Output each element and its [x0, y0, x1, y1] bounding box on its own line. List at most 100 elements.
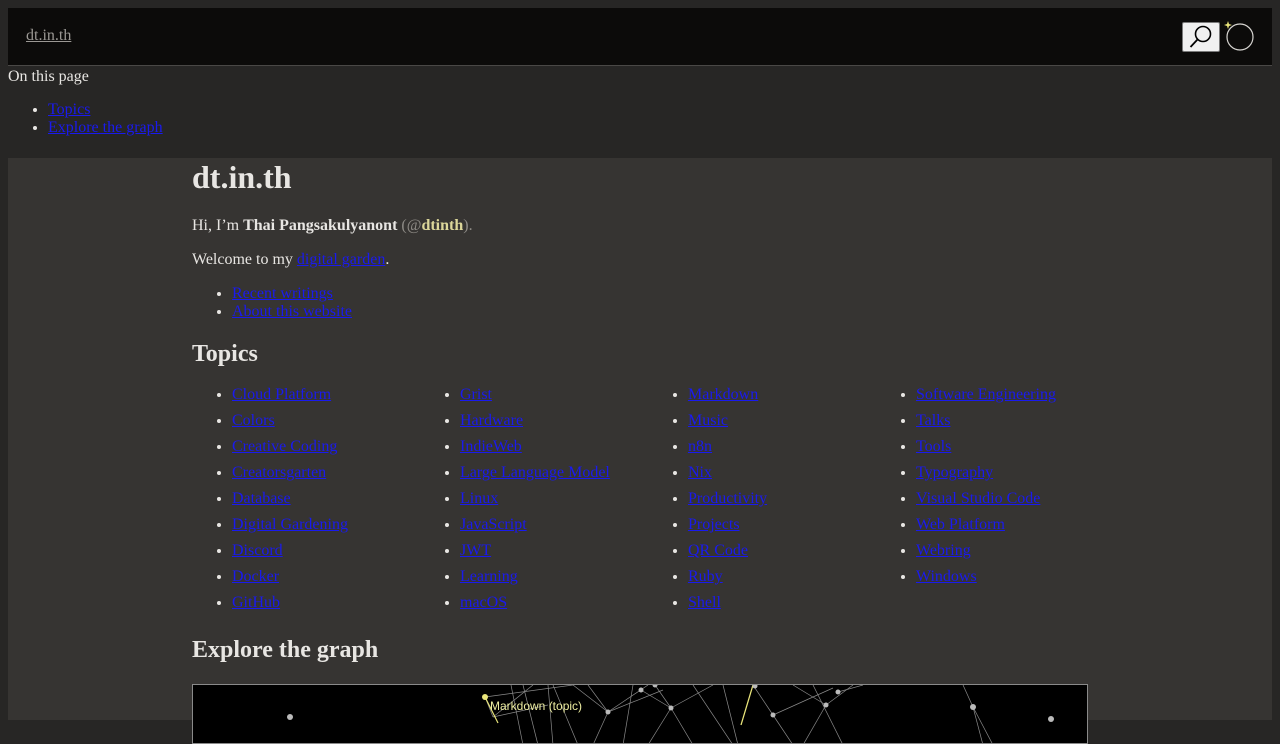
- topic-link[interactable]: Productivity: [688, 490, 767, 507]
- handle-open: (@: [401, 217, 422, 234]
- list-item: Music: [688, 412, 767, 438]
- main-content: dt.in.th Hi, I’m Thai Pangsakulyanont (@…: [8, 158, 1272, 744]
- topic-link[interactable]: Visual Studio Code: [916, 490, 1040, 507]
- list-item: Windows: [916, 568, 1056, 594]
- topic-link[interactable]: Creatorsgarten: [232, 464, 326, 481]
- table-of-contents: On this page Topics Explore the graph: [8, 66, 1272, 158]
- topics-column-1: Cloud Platform Colors Creative Coding Cr…: [192, 386, 348, 620]
- topics-column-4: Software Engineering Talks Tools Typogra…: [876, 386, 1056, 594]
- list-item: Digital Gardening: [232, 516, 348, 542]
- topic-link[interactable]: Windows: [916, 568, 977, 585]
- topic-link[interactable]: Software Engineering: [916, 386, 1056, 403]
- toc-link-explore-graph[interactable]: Explore the graph: [48, 119, 163, 136]
- toc-item: Topics: [48, 101, 163, 119]
- topic-link[interactable]: JWT: [460, 542, 491, 559]
- topic-link[interactable]: Music: [688, 412, 728, 429]
- list-item: Learning: [460, 568, 610, 594]
- list-item: Productivity: [688, 490, 767, 516]
- topic-link[interactable]: Webring: [916, 542, 971, 559]
- list-item: Colors: [232, 412, 348, 438]
- list-item: Markdown: [688, 386, 767, 412]
- topic-link[interactable]: Linux: [460, 490, 498, 507]
- search-icon: [1189, 25, 1212, 48]
- topic-link[interactable]: Ruby: [688, 568, 723, 585]
- topic-link[interactable]: Creative Coding: [232, 438, 337, 455]
- list-item: Hardware: [460, 412, 610, 438]
- topic-link[interactable]: Grist: [460, 386, 492, 403]
- list-item: Typography: [916, 464, 1056, 490]
- author-handle: dtinth: [421, 217, 464, 234]
- topic-link[interactable]: Web Platform: [916, 516, 1005, 533]
- list-item: Projects: [688, 516, 767, 542]
- topic-link[interactable]: IndieWeb: [460, 438, 522, 455]
- topic-link[interactable]: Database: [232, 490, 291, 507]
- topic-link[interactable]: macOS: [460, 594, 507, 611]
- topic-graph-canvas[interactable]: Markdown (topic): [192, 684, 1088, 744]
- list-item: Docker: [232, 568, 348, 594]
- topic-link[interactable]: QR Code: [688, 542, 748, 559]
- list-item: Cloud Platform: [232, 386, 348, 412]
- topic-link[interactable]: Typography: [916, 464, 993, 481]
- list-item: JavaScript: [460, 516, 610, 542]
- topic-link[interactable]: Discord: [232, 542, 283, 559]
- quick-links: Recent writings About this website: [192, 285, 352, 321]
- list-item: Software Engineering: [916, 386, 1056, 412]
- list-item: QR Code: [688, 542, 767, 568]
- topic-link[interactable]: Shell: [688, 594, 721, 611]
- list-item: Recent writings: [232, 285, 352, 303]
- topic-link[interactable]: n8n: [688, 438, 712, 455]
- list-item: n8n: [688, 438, 767, 464]
- page-title: dt.in.th: [192, 159, 292, 195]
- topics-heading: Topics: [192, 341, 258, 367]
- topic-link[interactable]: Nix: [688, 464, 712, 481]
- topic-link[interactable]: Large Language Model: [460, 464, 610, 481]
- list-item: Shell: [688, 594, 767, 620]
- toc-item: Explore the graph: [48, 119, 163, 137]
- topic-link[interactable]: Talks: [916, 412, 950, 429]
- list-item: Talks: [916, 412, 1056, 438]
- list-item: GitHub: [232, 594, 348, 620]
- welcome-prefix: Welcome to my: [192, 251, 293, 268]
- list-item: IndieWeb: [460, 438, 610, 464]
- list-item: Creative Coding: [232, 438, 348, 464]
- site-home-link[interactable]: dt.in.th: [26, 27, 71, 45]
- toc-title: On this page: [8, 68, 89, 85]
- about-website-link[interactable]: About this website: [232, 303, 352, 320]
- graph-edges: [287, 685, 1054, 743]
- topic-link[interactable]: Markdown: [688, 386, 758, 403]
- intro-text: Hi, I’m Thai Pangsakulyanont (@dtinth).: [192, 217, 473, 235]
- list-item: Grist: [460, 386, 610, 412]
- search-button[interactable]: [1182, 22, 1220, 52]
- digital-garden-link[interactable]: digital garden: [297, 251, 385, 268]
- topic-link[interactable]: Projects: [688, 516, 740, 533]
- welcome-suffix: .: [385, 251, 390, 268]
- handle-close: ).: [463, 217, 473, 234]
- topic-link[interactable]: Tools: [916, 438, 951, 455]
- list-item: Discord: [232, 542, 348, 568]
- list-item: Linux: [460, 490, 610, 516]
- list-item: Nix: [688, 464, 767, 490]
- toc-link-topics[interactable]: Topics: [48, 101, 90, 118]
- list-item: Ruby: [688, 568, 767, 594]
- topic-link[interactable]: Digital Gardening: [232, 516, 348, 533]
- site-header: dt.in.th: [8, 8, 1272, 66]
- graph-node-label: Markdown (topic): [490, 699, 583, 713]
- list-item: Tools: [916, 438, 1056, 464]
- author-name: Thai Pangsakulyanont: [243, 217, 398, 234]
- recent-writings-link[interactable]: Recent writings: [232, 285, 333, 302]
- list-item: macOS: [460, 594, 610, 620]
- topic-link[interactable]: JavaScript: [460, 516, 527, 533]
- topic-link[interactable]: Colors: [232, 412, 275, 429]
- theme-toggle-button[interactable]: [1222, 20, 1254, 52]
- topic-link[interactable]: Cloud Platform: [232, 386, 331, 403]
- list-item: Web Platform: [916, 516, 1056, 542]
- theme-toggle-icon: [1224, 21, 1254, 51]
- topic-link[interactable]: Hardware: [460, 412, 523, 429]
- list-item: Large Language Model: [460, 464, 610, 490]
- topic-link[interactable]: GitHub: [232, 594, 280, 611]
- list-item: Visual Studio Code: [916, 490, 1056, 516]
- topic-link[interactable]: Docker: [232, 568, 279, 585]
- toc-list: Topics Explore the graph: [8, 101, 163, 137]
- topic-link[interactable]: Learning: [460, 568, 518, 585]
- list-item: Creatorsgarten: [232, 464, 348, 490]
